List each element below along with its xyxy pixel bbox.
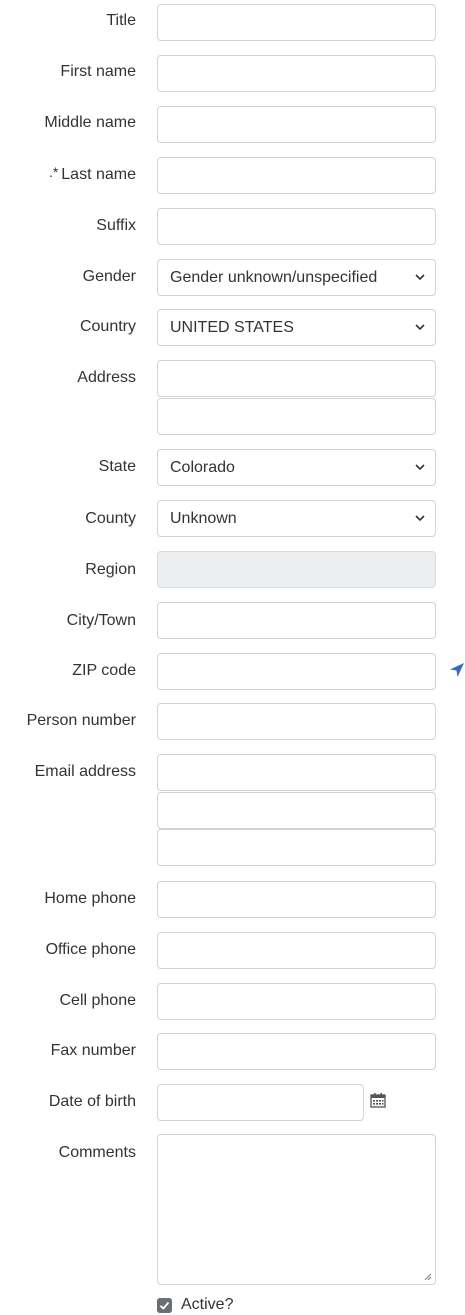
address-line2-input[interactable] [157,398,436,435]
office-phone-label: Office phone [45,941,136,958]
required-marker: .* [48,164,59,180]
last-name-label: Last name [61,166,136,183]
email-input-1[interactable] [157,754,436,791]
gender-select[interactable]: Gender unknown/unspecified [157,259,436,296]
title-label: Title [106,12,136,29]
middle-name-input[interactable] [157,106,436,143]
middle-name-label: Middle name [44,114,136,131]
address-line1-input[interactable] [157,360,436,397]
last-name-label-group: .* Last name [48,164,136,184]
state-select[interactable]: Colorado [157,449,436,486]
last-name-input[interactable] [157,157,436,194]
fax-label: Fax number [50,1042,136,1059]
dob-label: Date of birth [48,1093,136,1110]
zip-label: ZIP code [72,662,136,679]
comments-label: Comments [58,1144,136,1161]
gender-label: Gender [82,268,136,285]
email-input-2[interactable] [157,792,436,829]
county-select-value: Unknown [170,509,237,527]
suffix-input[interactable] [157,208,436,245]
active-label[interactable]: Active? [181,1296,233,1314]
email-input-3[interactable] [157,829,436,866]
gender-select-value: Gender unknown/unspecified [170,268,378,286]
location-arrow-icon[interactable] [449,662,465,678]
state-label: State [98,458,136,475]
country-select[interactable]: UNITED STATES [157,309,436,346]
dob-input[interactable] [157,1084,364,1121]
first-name-input[interactable] [157,55,436,92]
state-select-value: Colorado [170,458,235,476]
home-phone-input[interactable] [157,881,436,918]
region-input [157,551,436,588]
city-label: City/Town [66,612,136,629]
home-phone-label: Home phone [44,890,136,907]
address-label: Address [77,369,136,386]
first-name-label: First name [60,63,136,80]
resize-handle-icon[interactable] [422,1271,432,1281]
person-number-input[interactable] [157,703,436,740]
chevron-down-icon [415,515,425,522]
office-phone-input[interactable] [157,932,436,969]
person-number-label: Person number [26,712,136,729]
suffix-label: Suffix [96,217,136,234]
calendar-icon[interactable] [370,1092,386,1108]
country-label: Country [79,318,136,335]
chevron-down-icon [415,274,425,281]
active-checkbox[interactable] [157,1298,172,1313]
title-input[interactable] [157,4,436,41]
fax-input[interactable] [157,1033,436,1070]
cell-phone-label: Cell phone [59,992,137,1009]
chevron-down-icon [415,464,425,471]
zip-input[interactable] [157,653,436,690]
region-label: Region [85,561,136,578]
chevron-down-icon [415,324,425,331]
city-input[interactable] [157,602,436,639]
county-label: County [85,510,136,527]
comments-textarea[interactable] [157,1134,436,1285]
person-form: Title First name Middle name .* Last name… [0,0,465,1315]
country-select-value: UNITED STATES [170,318,294,336]
cell-phone-input[interactable] [157,983,436,1020]
county-select[interactable]: Unknown [157,500,436,537]
email-label: Email address [34,763,136,780]
